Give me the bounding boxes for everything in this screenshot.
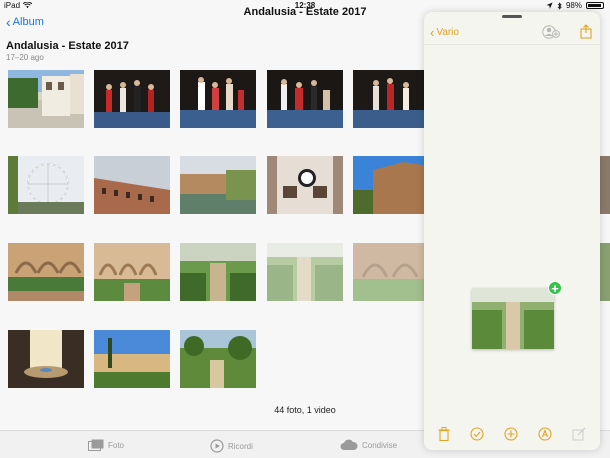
tab-label: Foto <box>108 440 125 450</box>
photo-thumbnail[interactable] <box>353 243 429 301</box>
markup-icon[interactable] <box>538 427 552 441</box>
compose-icon[interactable] <box>572 427 586 441</box>
photo-thumbnail[interactable] <box>94 243 170 301</box>
chevron-left-icon: ‹ <box>6 13 11 30</box>
photo-thumbnail[interactable] <box>94 330 170 388</box>
photos-icon <box>88 439 104 451</box>
notes-toolbar <box>424 424 600 444</box>
photo-thumbnail[interactable] <box>600 243 610 301</box>
panel-divider <box>424 44 600 45</box>
photo-thumbnail[interactable] <box>94 156 170 214</box>
notes-slide-over-panel[interactable]: ‹ Vario + <box>424 12 600 450</box>
photo-thumbnail[interactable] <box>353 70 429 128</box>
add-drop-badge: + <box>548 281 562 296</box>
photo-thumbnail[interactable] <box>8 156 84 214</box>
photo-thumbnail[interactable] <box>180 156 256 214</box>
share-icon[interactable] <box>580 24 592 39</box>
tab-memories[interactable]: Ricordi <box>210 439 253 453</box>
tab-label: Ricordi <box>228 441 253 451</box>
photo-thumbnail[interactable] <box>267 243 343 301</box>
memories-icon <box>210 439 224 453</box>
checklist-icon[interactable] <box>470 427 484 441</box>
cloud-icon <box>340 439 358 450</box>
dragged-photo-preview[interactable] <box>472 288 554 349</box>
photo-thumbnail[interactable] <box>180 330 256 388</box>
photo-thumbnail[interactable] <box>267 156 343 214</box>
tab-photos[interactable]: Foto <box>88 439 124 451</box>
photo-thumbnail[interactable] <box>267 70 343 128</box>
photo-thumbnail[interactable] <box>8 243 84 301</box>
photo-thumbnail[interactable] <box>8 70 84 128</box>
trash-icon[interactable] <box>438 427 450 441</box>
photo-thumbnail[interactable] <box>600 156 610 214</box>
photo-thumbnail[interactable] <box>180 243 256 301</box>
album-title: Andalusia - Estate 2017 <box>6 40 129 52</box>
photo-thumbnail[interactable] <box>353 156 429 214</box>
photo-thumbnail[interactable] <box>8 330 84 388</box>
chevron-left-icon: ‹ <box>430 24 435 40</box>
add-person-icon[interactable] <box>542 24 560 39</box>
notes-back-button[interactable]: ‹ Vario <box>430 24 459 40</box>
tab-shared[interactable]: Condivise <box>340 439 397 451</box>
panel-grabber-handle[interactable] <box>502 15 522 18</box>
album-dates: 17–20 ago <box>6 53 44 62</box>
notes-back-label: Vario <box>436 27 459 38</box>
tab-label: Condivise <box>362 440 398 450</box>
photo-thumbnail[interactable] <box>94 70 170 128</box>
photo-thumbnail[interactable] <box>180 70 256 128</box>
notes-top-icons <box>542 24 592 39</box>
plus-circle-icon[interactable] <box>504 427 518 441</box>
